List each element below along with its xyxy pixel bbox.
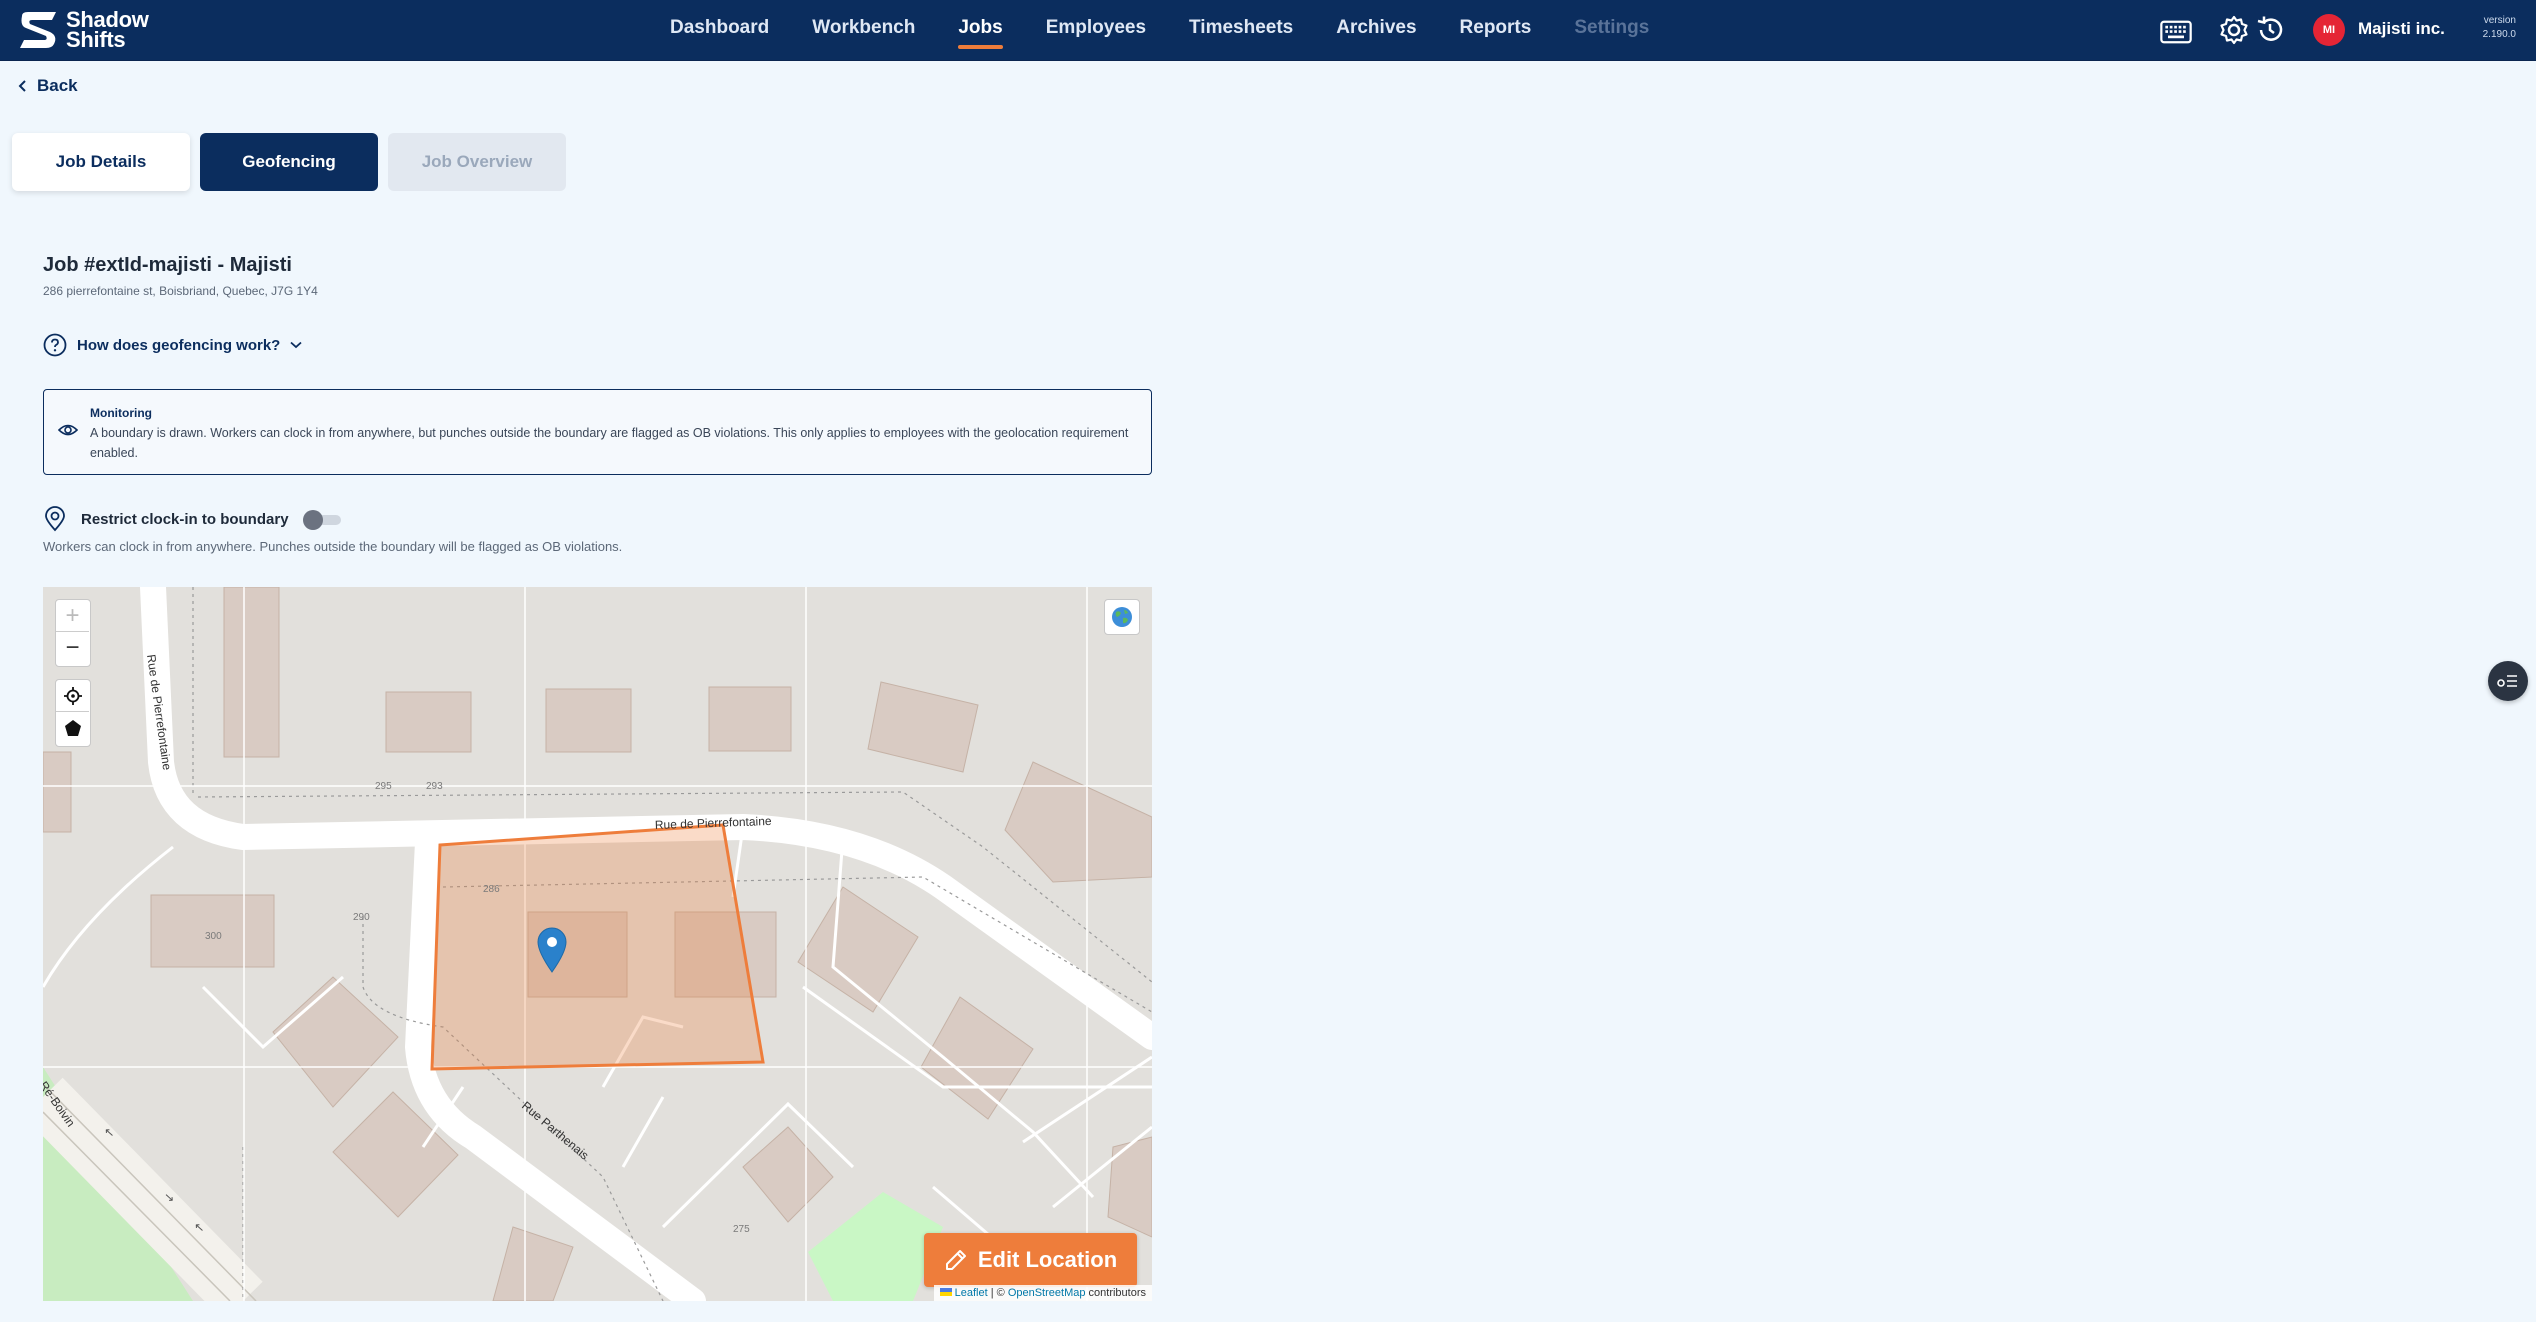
zoom-controls: + − (55, 599, 91, 667)
gear-icon[interactable] (2218, 15, 2250, 45)
attribution-tail: contributors (1085, 1287, 1146, 1299)
avatar[interactable]: MI (2313, 14, 2345, 46)
house-number: 293 (426, 781, 443, 792)
nav-timesheets[interactable]: Timesheets (1189, 0, 1293, 61)
version-label: version (2483, 15, 2516, 26)
version-number: 2.190.0 (2482, 29, 2516, 40)
list-settings-icon (2497, 675, 2517, 687)
restrict-clock-in-label: Restrict clock-in to boundary (81, 510, 289, 528)
restrict-clock-in-toggle[interactable] (302, 510, 343, 530)
openstreetmap-link[interactable]: OpenStreetMap (1008, 1287, 1086, 1299)
nav-employees[interactable]: Employees (1046, 0, 1146, 61)
nav-settings: Settings (1574, 17, 1650, 38)
polygon-icon (64, 720, 81, 736)
logo-line-2: Shifts (66, 27, 126, 52)
house-number: 295 (375, 781, 392, 792)
monitoring-title: Monitoring (90, 406, 152, 420)
house-number: 290 (353, 912, 370, 923)
geofence-map[interactable]: ← → ← Rue de Pierrefontaine Rue de Pierr… (43, 587, 1152, 1301)
eye-icon (58, 424, 78, 436)
nav-dashboard[interactable]: Dashboard (670, 0, 769, 61)
map-tiles[interactable]: ← → ← Rue de Pierrefontaine Rue de Pierr… (43, 587, 1152, 1301)
house-number: 275 (733, 1224, 750, 1235)
geofencing-help-label: How does geofencing work? (77, 336, 281, 354)
chevron-left-icon (18, 80, 26, 92)
map-attribution: Leaflet | © OpenStreetMap contributors (933, 1285, 1152, 1301)
main-nav: Dashboard Workbench Jobs Employees Times… (670, 0, 1692, 61)
edit-location-label: Edit Location (977, 1247, 1118, 1272)
house-number: 286 (483, 884, 500, 895)
history-icon[interactable] (2254, 15, 2286, 45)
nav-workbench[interactable]: Workbench (812, 0, 915, 61)
restrict-clock-in-row: Restrict clock-in to boundary (43, 506, 343, 532)
location-pin-icon (45, 506, 65, 532)
monitoring-description: A boundary is drawn. Workers can clock i… (90, 426, 1129, 460)
question-circle-icon (43, 333, 67, 357)
attribution-separator: | © (987, 1287, 1008, 1299)
side-panel-toggle-button[interactable] (2488, 661, 2528, 701)
globe-icon (1112, 607, 1132, 627)
leaflet-link[interactable]: Leaflet (955, 1287, 988, 1299)
back-label: Back (37, 76, 78, 95)
job-title: Job #extId-majisti - Majisti (43, 254, 292, 276)
tab-geofencing[interactable]: Geofencing (200, 133, 378, 191)
company-name[interactable]: Majisti inc. (2358, 19, 2445, 39)
toggle-knob (302, 510, 323, 530)
tab-job-overview: Job Overview (388, 133, 566, 191)
zoom-out-button[interactable]: − (56, 632, 89, 664)
draw-polygon-button[interactable] (56, 712, 89, 744)
keyboard-icon[interactable] (2160, 17, 2192, 47)
back-link[interactable]: Back (18, 76, 78, 96)
geofence-boundary[interactable] (430, 823, 765, 1071)
chevron-down-icon (290, 341, 302, 349)
app-logo[interactable]: Shadow Shifts (16, 8, 149, 52)
top-navigation-bar: Shadow Shifts Dashboard Workbench Jobs E… (0, 0, 2536, 61)
house-number: 300 (205, 931, 222, 942)
ukraine-flag-icon (939, 1288, 952, 1296)
crosshair-icon (63, 686, 82, 705)
draw-controls (55, 679, 91, 747)
app-name: Shadow Shifts (66, 9, 149, 52)
pencil-icon (945, 1250, 966, 1270)
monitoring-info-box: Monitoring A boundary is drawn. Workers … (43, 389, 1152, 475)
nav-reports[interactable]: Reports (1460, 0, 1532, 61)
edit-location-button[interactable]: Edit Location (924, 1233, 1137, 1287)
zoom-in-button[interactable]: + (56, 600, 89, 632)
restrict-clock-in-description: Workers can clock in from anywhere. Punc… (43, 539, 623, 554)
nav-archives[interactable]: Archives (1336, 0, 1416, 61)
job-address: 286 pierrefontaine st, Boisbriand, Quebe… (43, 284, 318, 298)
park-area (808, 1192, 943, 1301)
nav-jobs[interactable]: Jobs (958, 0, 1004, 61)
center-location-button[interactable] (56, 680, 89, 712)
street-label: Rue Parthenais (519, 1099, 591, 1163)
geofencing-help-toggle[interactable]: How does geofencing work? (43, 333, 302, 357)
shadow-shifts-logo-icon (20, 12, 56, 48)
tab-job-details[interactable]: Job Details (12, 133, 190, 191)
version-info: version 2.190.0 (2478, 14, 2516, 42)
map-layer-button[interactable] (1104, 599, 1140, 635)
